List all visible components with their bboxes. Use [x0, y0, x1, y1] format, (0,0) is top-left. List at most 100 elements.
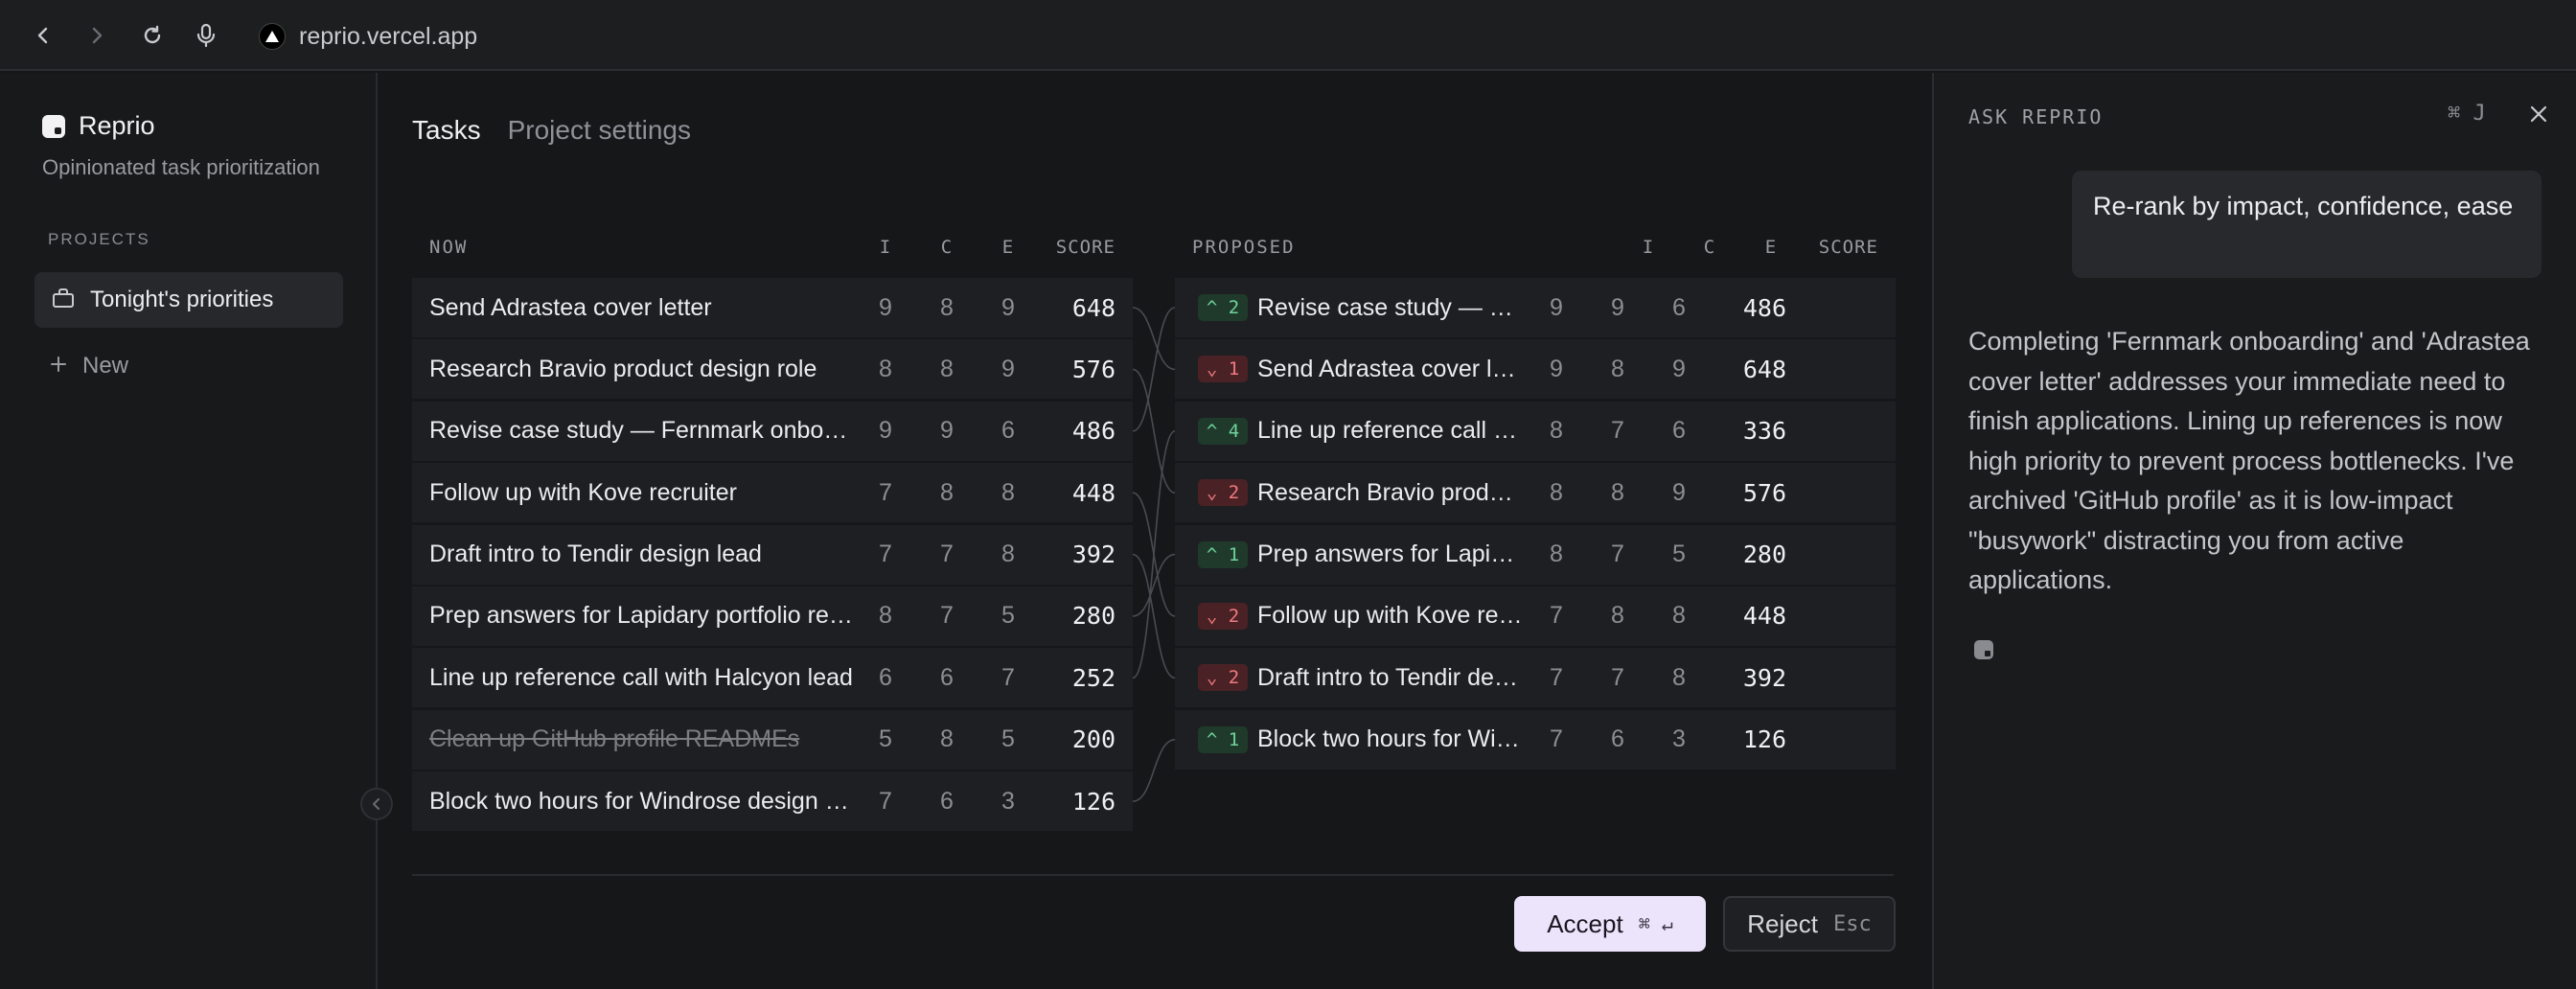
rank-down-badge: ⌄ 2 — [1198, 602, 1248, 630]
task-i: 7 — [879, 540, 892, 568]
column-impact: I — [879, 237, 892, 258]
table-row[interactable]: Line up reference call with Halcyon lead… — [412, 648, 1133, 708]
task-score: 576 — [1742, 478, 1786, 507]
task-score: 448 — [1742, 602, 1786, 631]
task-c: 8 — [940, 478, 954, 506]
task-c: 7 — [1611, 663, 1624, 691]
task-score: 486 — [1071, 417, 1116, 446]
task-c: 6 — [1611, 725, 1624, 753]
tab-bar: Tasks Project settings — [412, 115, 691, 146]
table-row[interactable]: Follow up with Kove recruiter 7 8 8 448 — [412, 463, 1133, 523]
task-c: 8 — [940, 725, 954, 753]
table-row[interactable]: Send Adrastea cover letter 9 8 9 648 — [412, 278, 1133, 337]
task-title: Revise case study — Fernmark onboarding — [1257, 293, 1526, 321]
sidebar-item-tonights-priorities[interactable]: Tonight's priorities — [34, 272, 343, 328]
task-c: 9 — [940, 417, 954, 445]
forward-icon[interactable] — [80, 19, 113, 52]
task-e: 9 — [1672, 478, 1686, 506]
task-e: 8 — [1672, 663, 1686, 691]
task-i: 8 — [879, 602, 892, 630]
rank-connector-line — [1133, 553, 1175, 617]
new-project-button[interactable]: New — [50, 347, 128, 385]
microphone-icon[interactable] — [190, 19, 222, 52]
task-i: 7 — [1550, 602, 1563, 630]
reject-shortcut: Esc — [1832, 911, 1872, 936]
task-e: 3 — [1672, 725, 1686, 753]
task-i: 8 — [1550, 478, 1563, 506]
rank-down-badge: ⌄ 2 — [1198, 479, 1248, 507]
table-row[interactable]: Block two hours for Windrose design task… — [412, 771, 1133, 832]
task-i: 8 — [1550, 540, 1563, 568]
task-score: 392 — [1742, 663, 1786, 692]
projects-section-label: PROJECTS — [48, 230, 150, 248]
panel-title: ASK REPRIO — [1968, 105, 2104, 128]
task-title: Block two hours for Windrose design task — [429, 787, 855, 815]
task-i: 8 — [879, 355, 892, 382]
app-brand[interactable]: Reprio — [42, 111, 155, 141]
task-i: 9 — [879, 417, 892, 445]
accept-shortcut: ⌘ ↵ — [1638, 912, 1673, 935]
rank-up-badge: ^ 1 — [1198, 540, 1248, 568]
column-score: SCORE — [1055, 237, 1116, 258]
task-i: 9 — [1550, 355, 1563, 382]
table-row[interactable]: Prep answers for Lapidary portfolio revi… — [412, 586, 1133, 646]
table-row[interactable]: ⌄ 1 Send Adrastea cover letter 9 8 9 648 — [1175, 339, 1896, 400]
task-title: Research Bravio product design role — [429, 355, 817, 382]
tab-tasks[interactable]: Tasks — [412, 115, 481, 146]
table-row[interactable]: ^ 2 Revise case study — Fernmark onboardi… — [1175, 278, 1896, 337]
task-e: 5 — [1001, 725, 1015, 753]
task-c: 7 — [940, 540, 954, 568]
table-row[interactable]: ^ 4 Line up reference call with Halcyon l… — [1175, 401, 1896, 461]
back-icon[interactable] — [27, 19, 59, 52]
task-c: 6 — [940, 663, 954, 691]
task-c: 8 — [940, 355, 954, 382]
task-c: 9 — [1611, 293, 1624, 321]
now-table-header: NOW I C E SCORE — [412, 217, 1133, 278]
table-row[interactable]: ^ 1 Prep answers for Lapidary portfolio r… — [1175, 524, 1896, 585]
close-icon[interactable] — [2524, 100, 2553, 128]
main-content: Tasks Project settings NOW I C E SCORE S… — [380, 73, 1932, 989]
table-row[interactable]: ⌄ 2 Draft intro to Tendir design lead 7 7 8 3… — [1175, 648, 1896, 708]
rank-up-badge: ^ 4 — [1198, 417, 1248, 445]
table-row[interactable]: Research Bravio product design role 8 8 9 57… — [412, 339, 1133, 400]
table-row[interactable]: Clean up GitHub profile READMEs 5 8 5 200 — [412, 709, 1133, 770]
task-e: 8 — [1001, 478, 1015, 506]
table-row[interactable]: ^ 1 Block two hours for Windrose design t… — [1175, 709, 1896, 770]
task-i: 6 — [879, 663, 892, 691]
task-c: 8 — [1611, 602, 1624, 630]
task-e: 9 — [1672, 355, 1686, 382]
task-score: 126 — [1071, 787, 1116, 816]
task-title: Draft intro to Tendir design lead — [1257, 663, 1526, 691]
table-row[interactable]: Draft intro to Tendir design lead 7 7 8 392 — [412, 524, 1133, 585]
table-row[interactable]: ⌄ 2 Research Bravio product design role 8 8… — [1175, 463, 1896, 523]
column-score: SCORE — [1818, 237, 1878, 258]
collapse-sidebar-button[interactable] — [360, 788, 393, 820]
rank-down-badge: ⌄ 1 — [1198, 356, 1248, 383]
table-row[interactable]: Revise case study — Fernmark onboarding 9… — [412, 401, 1133, 461]
rank-connectors — [1133, 307, 1175, 802]
reload-icon[interactable] — [136, 19, 169, 52]
task-e: 8 — [1001, 540, 1015, 568]
table-row[interactable]: ⌄ 2 Follow up with Kove recruiter 7 8 8 448 — [1175, 586, 1896, 646]
rank-connector-line — [1133, 307, 1175, 432]
task-e: 6 — [1001, 417, 1015, 445]
bag-icon — [52, 288, 75, 313]
tab-project-settings[interactable]: Project settings — [508, 115, 691, 146]
address-bar[interactable]: reprio.vercel.app — [259, 17, 477, 56]
assistant-reply: Completing 'Fernmark onboarding' and 'Ad… — [1968, 327, 2530, 594]
app-name: Reprio — [79, 111, 155, 140]
rank-connector-line — [1133, 368, 1175, 494]
task-e: 6 — [1672, 293, 1686, 321]
task-score: 486 — [1742, 293, 1786, 322]
task-score: 200 — [1071, 725, 1116, 754]
accept-button[interactable]: Accept ⌘ ↵ — [1514, 896, 1706, 952]
task-e: 6 — [1672, 417, 1686, 445]
reject-button[interactable]: Reject Esc — [1723, 896, 1896, 952]
column-confidence: C — [940, 237, 954, 258]
browser-toolbar: reprio.vercel.app — [0, 0, 2576, 71]
task-e: 9 — [1001, 293, 1015, 321]
column-ease: E — [1001, 237, 1015, 258]
task-score: 576 — [1071, 355, 1116, 383]
task-e: 9 — [1001, 355, 1015, 382]
reject-label: Reject — [1747, 908, 1818, 938]
